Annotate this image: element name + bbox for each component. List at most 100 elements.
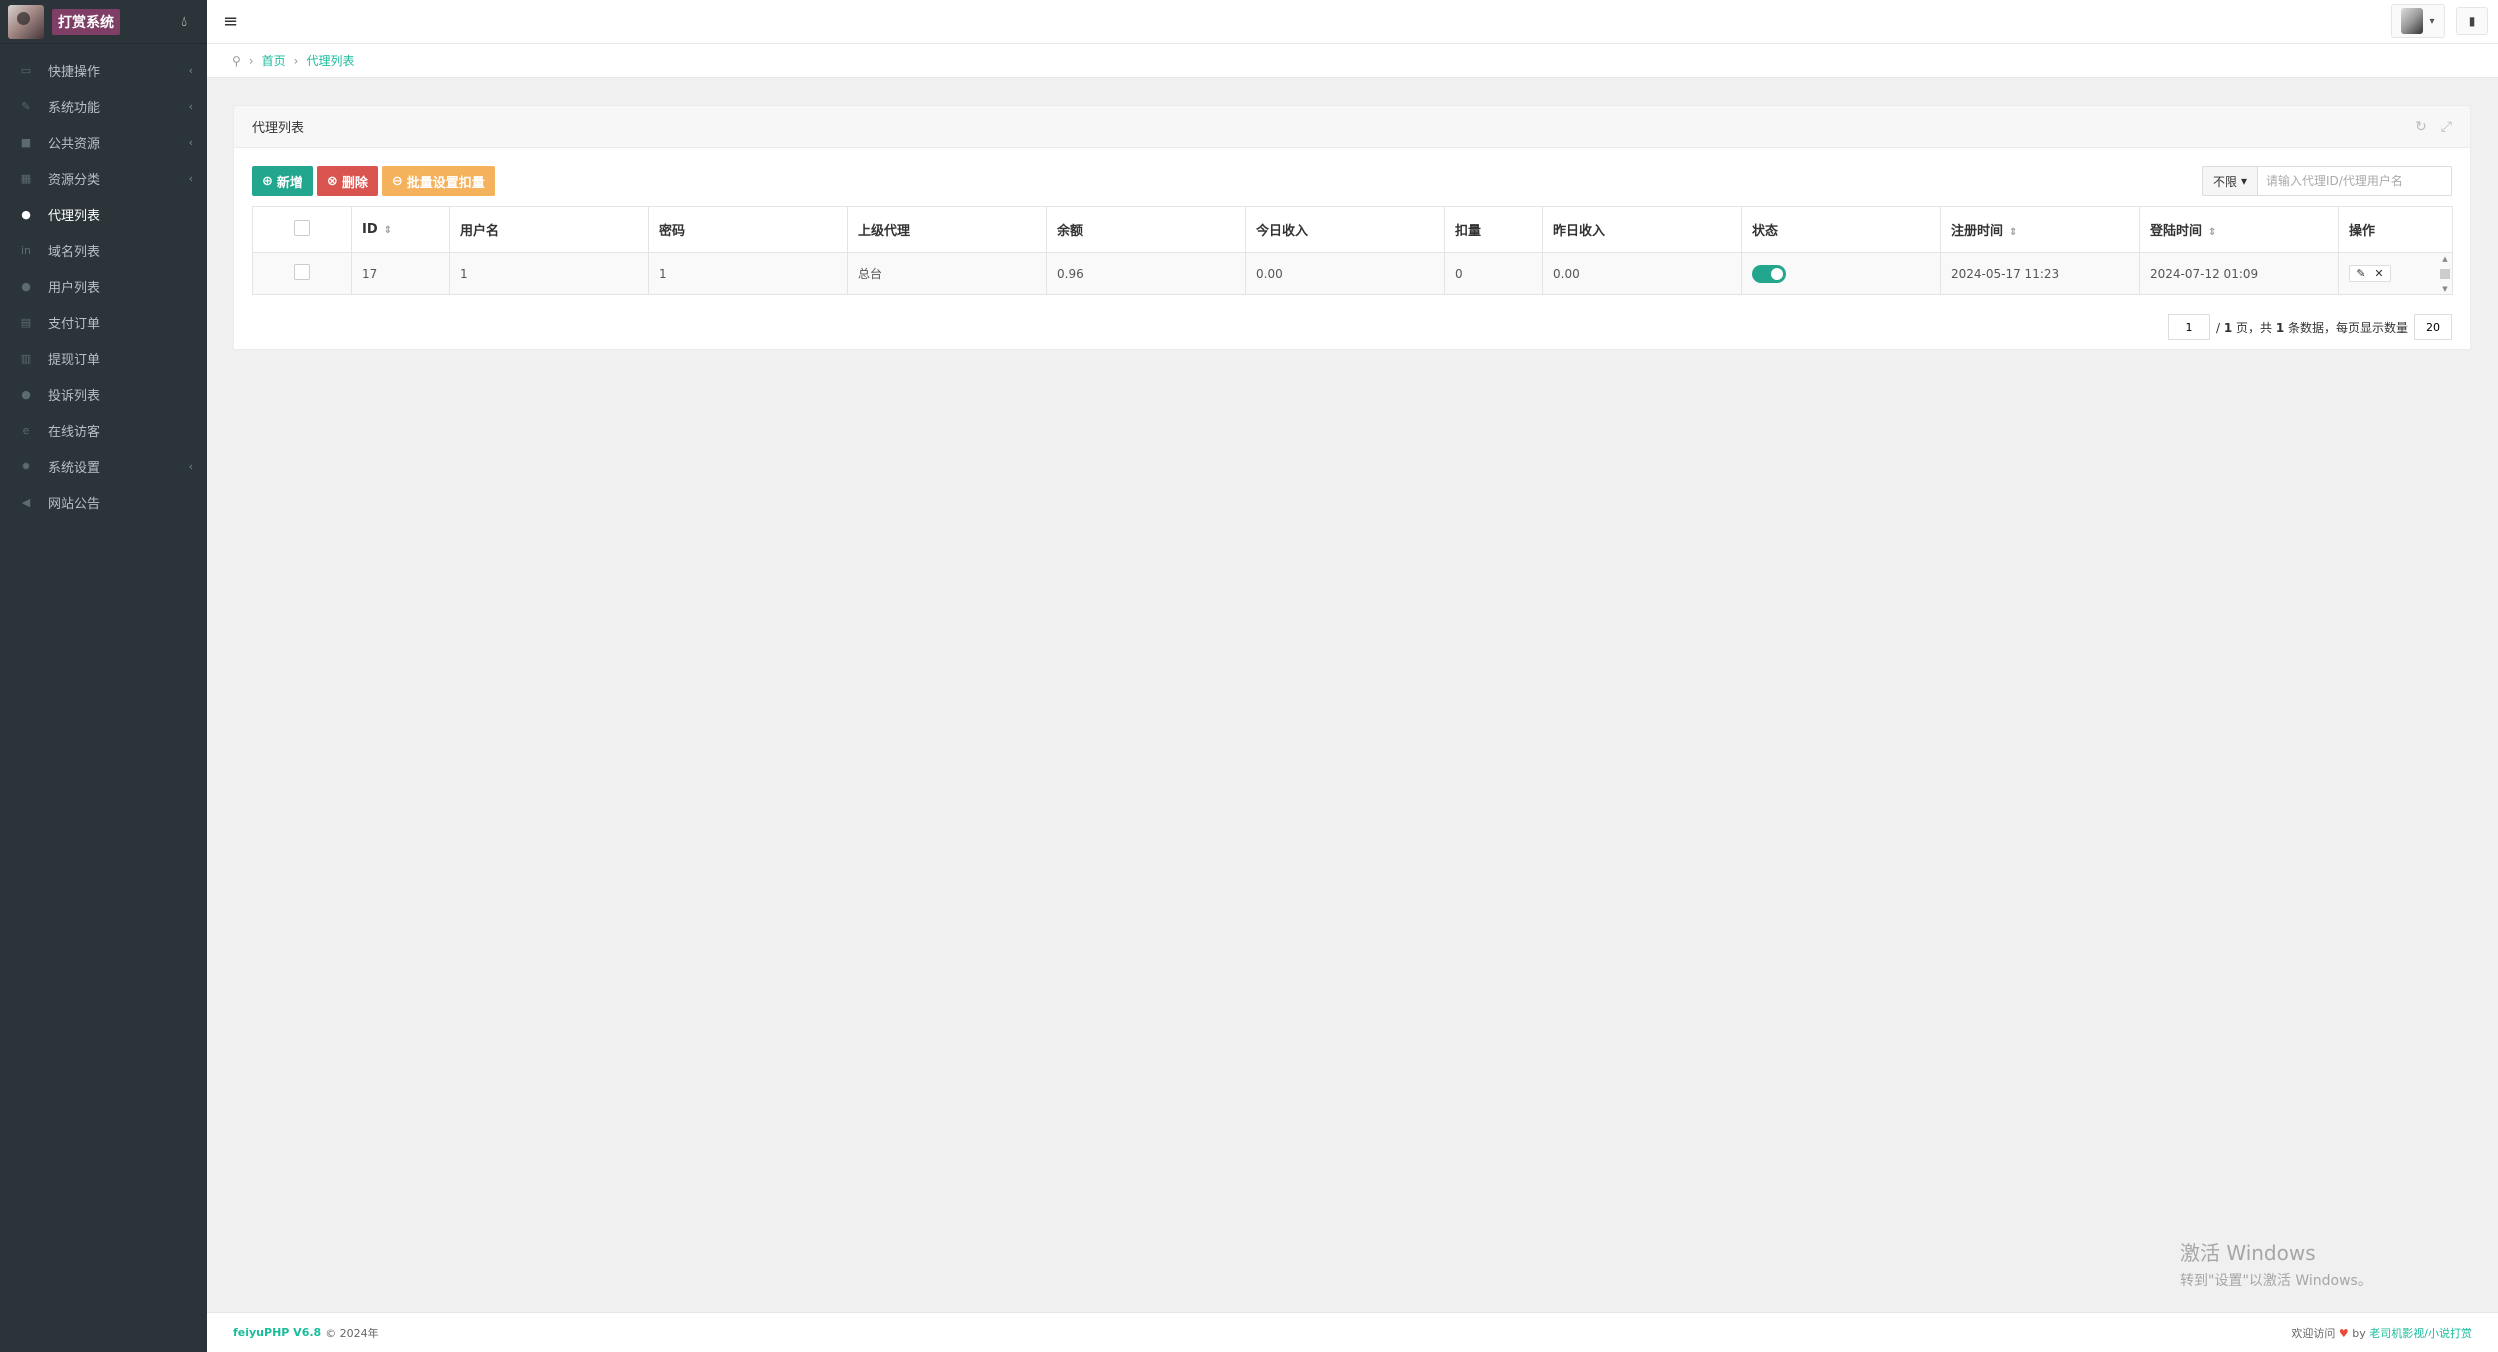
- cell-id: 17: [351, 252, 450, 295]
- sidebar-item-complaints[interactable]: ● 投诉列表: [0, 376, 207, 412]
- caret-down-icon: ▾: [2240, 174, 2248, 188]
- sidebar-item-label: 域名列表: [48, 244, 101, 260]
- avatar: [2401, 8, 2424, 34]
- windows-activation-watermark: 激活 Windows 转到"设置"以激活 Windows。: [2180, 1237, 2372, 1290]
- cell-deduct: 0: [1444, 252, 1543, 295]
- sidebar-item-payment-orders[interactable]: ▤ 支付订单: [0, 304, 207, 340]
- bullhorn-icon: ◀: [21, 495, 31, 509]
- page-number-input[interactable]: [2167, 314, 2210, 340]
- sidebar-item-system-settings[interactable]: ✹ 系统设置 ‹: [0, 448, 207, 484]
- scroll-up-icon[interactable]: ▲: [2442, 255, 2447, 263]
- times-circle-icon: ⊗: [326, 173, 338, 189]
- cell-parent-agent: 总台: [847, 252, 1047, 295]
- column-header-parent-agent: 上级代理: [847, 206, 1047, 253]
- cell-yesterday-income: 0.00: [1542, 252, 1742, 295]
- footer-by: by: [2348, 1326, 2370, 1340]
- sidebar-menu: ▭ 快捷操作 ‹ ✎ 系统功能 ‹ ■ 公共资源 ‹ ▦ 资源分类 ‹ ● 代理列表 in 域名列表…: [0, 52, 207, 520]
- breadcrumb-home-link[interactable]: 首页: [262, 52, 286, 69]
- footer-version[interactable]: feiyuPHP V6.8: [233, 1326, 321, 1339]
- hamburger-menu-icon[interactable]: ≡: [223, 11, 238, 32]
- sidebar-item-label: 提现订单: [48, 352, 101, 368]
- page-size-input[interactable]: [2414, 314, 2452, 340]
- column-header-password: 密码: [648, 206, 848, 253]
- row-actions: ✎ ✕: [2349, 265, 2391, 282]
- sidebar-item-site-announcements[interactable]: ◀ 网站公告: [0, 484, 207, 520]
- table-toolbar: ⊕ 新增 ⊗ 删除 ⊖ 批量设置扣量: [252, 166, 495, 196]
- tint-icon[interactable]: 💧︎: [181, 14, 187, 30]
- search-input[interactable]: [2258, 166, 2452, 196]
- folder-open-icon: ▭: [20, 63, 32, 77]
- sidebar-item-withdraw-orders[interactable]: ▥ 提现订单: [0, 340, 207, 376]
- users-icon: ●: [21, 207, 31, 221]
- chevron-left-icon: ‹: [188, 135, 193, 149]
- footer-author-link[interactable]: 老司机影视/小说打赏: [2369, 1327, 2472, 1340]
- scroll-down-icon[interactable]: ▼: [2442, 285, 2447, 293]
- sort-icon[interactable]: ⇕: [2208, 227, 2216, 238]
- sidebar-item-label: 投诉列表: [48, 388, 101, 404]
- sidebar: 打赏系统 💧︎ ▭ 快捷操作 ‹ ✎ 系统功能 ‹ ■ 公共资源 ‹ ▦ 资源分类 ‹ ● 代理列…: [0, 0, 207, 1352]
- edit-icon[interactable]: ✎: [2353, 267, 2369, 280]
- table-row: 17 1 1 总台 0.96 0.00 0 0.00 2024-05-17 11…: [252, 252, 2453, 295]
- sort-icon[interactable]: ⇕: [2009, 227, 2017, 238]
- sidebar-item-shortcuts[interactable]: ▭ 快捷操作 ‹: [0, 52, 207, 88]
- clear-cache-button[interactable]: ▮: [2456, 7, 2488, 35]
- sidebar-item-online-visitors[interactable]: e 在线访客: [0, 412, 207, 448]
- pagination: / 1 页，共 1 条数据，每页显示数量: [2167, 314, 2452, 340]
- cell-status: [1741, 252, 1941, 295]
- breadcrumb: ⚲ › 首页 › 代理列表: [207, 44, 2498, 78]
- sort-icon[interactable]: ⇕: [384, 225, 392, 236]
- pager-total-items: 1: [2275, 320, 2285, 335]
- delete-button[interactable]: ⊗ 删除: [316, 166, 378, 196]
- row-select-cell: [252, 252, 352, 295]
- sidebar-item-resource-categories[interactable]: ▦ 资源分类 ‹: [0, 160, 207, 196]
- sidebar-item-label: 快捷操作: [48, 64, 101, 80]
- column-header-register-time[interactable]: 注册时间 ⇕: [1940, 206, 2140, 253]
- column-header-yesterday-income: 昨日收入: [1542, 206, 1742, 253]
- cell-balance: 0.96: [1046, 252, 1246, 295]
- caret-down-icon: ▾: [2429, 15, 2435, 27]
- cell-today-income: 0.00: [1245, 252, 1445, 295]
- linkedin-icon: in: [20, 243, 32, 257]
- footer-welcome: 欢迎访问: [2291, 1326, 2336, 1340]
- brand-logo[interactable]: [8, 4, 44, 39]
- pager-text: 条数据，每页显示数量: [2284, 320, 2408, 335]
- brand-name[interactable]: 打赏系统: [52, 8, 120, 35]
- column-header-login-time[interactable]: 登陆时间 ⇕: [2139, 206, 2339, 253]
- footer-copyright: © 2024年: [325, 1326, 379, 1340]
- chevron-left-icon: ‹: [188, 171, 193, 185]
- panel-tools: ↻ ⤢: [2415, 119, 2452, 135]
- map-marker-icon: ⚲: [232, 53, 241, 68]
- sidebar-item-system-functions[interactable]: ✎ 系统功能 ‹: [0, 88, 207, 124]
- breadcrumb-current[interactable]: 代理列表: [306, 52, 354, 69]
- cell-actions: ✎ ✕ ▲ ▼: [2338, 252, 2453, 295]
- add-button[interactable]: ⊕ 新增: [252, 166, 313, 196]
- sidebar-item-domain-list[interactable]: in 域名列表: [0, 232, 207, 268]
- table-scrollbar[interactable]: ▲ ▼: [2440, 255, 2450, 293]
- batch-deduct-button[interactable]: ⊖ 批量设置扣量: [381, 166, 495, 196]
- sidebar-item-public-resources[interactable]: ■ 公共资源 ‹: [0, 124, 207, 160]
- select-all-checkbox[interactable]: [294, 219, 310, 236]
- column-header-id[interactable]: ID ⇕: [351, 206, 450, 253]
- minus-circle-icon: ⊖: [391, 173, 403, 189]
- status-toggle[interactable]: [1752, 264, 1786, 283]
- database-icon: ▤: [20, 315, 32, 329]
- sidebar-item-user-list[interactable]: ● 用户列表: [0, 268, 207, 304]
- breadcrumb-separator: ›: [293, 53, 299, 68]
- sidebar-item-label: 系统设置: [48, 460, 101, 476]
- user-menu-button[interactable]: ▾: [2391, 4, 2445, 38]
- bank-icon: ▥: [20, 351, 32, 365]
- agent-list-panel: 代理列表 ↻ ⤢ ⊕新增 ⊗删除 ⊖批量设置扣量 不限▾ ID ⇕ 用户名 密码 …: [233, 105, 2471, 350]
- sidebar-item-label: 公共资源: [48, 136, 101, 152]
- table-header-row: ID ⇕ 用户名 密码 上级代理 余额 今日收入 扣量 昨日收入 状态 注册时间 ⇕…: [252, 206, 2453, 253]
- sidebar-item-agent-list[interactable]: ● 代理列表: [0, 196, 207, 232]
- top-navbar: ≡ ▾ ▮: [207, 0, 2498, 44]
- brand: 打赏系统 💧︎: [0, 0, 207, 44]
- refresh-icon[interactable]: ↻: [2415, 119, 2427, 135]
- fullscreen-icon[interactable]: ⤢: [2441, 119, 2452, 135]
- scrollbar-thumb[interactable]: [2440, 269, 2450, 279]
- internet-explorer-icon: e: [22, 423, 30, 437]
- panel-header: 代理列表 ↻ ⤢: [234, 106, 2470, 148]
- row-checkbox[interactable]: [294, 264, 310, 280]
- close-icon[interactable]: ✕: [2371, 267, 2387, 280]
- filter-dropdown[interactable]: 不限 ▾: [2202, 166, 2258, 196]
